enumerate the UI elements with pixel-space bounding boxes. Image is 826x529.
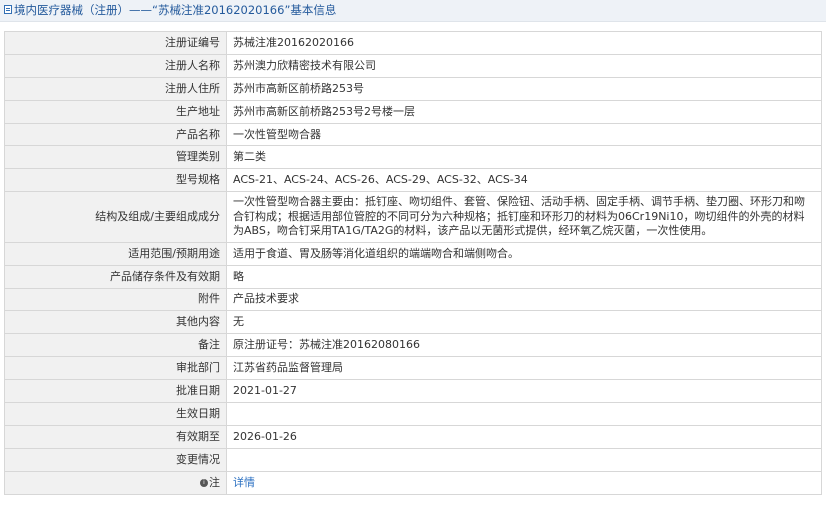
row-value — [226, 401, 822, 426]
note-label: 注 — [209, 475, 220, 489]
row-label: 注册人名称 — [4, 53, 227, 78]
row-label: 有效期至 — [4, 424, 227, 449]
row-value: 苏州市高新区前桥路253号2号楼一层 — [226, 99, 822, 124]
row-value: 适用于食道、胃及肠等消化道组织的端端吻合和端侧吻合。 — [226, 241, 822, 266]
row-value: 略 — [226, 264, 822, 289]
table-row: 产品名称 一次性管型吻合器 — [4, 122, 822, 147]
row-label: 型号规格 — [4, 168, 227, 193]
table-row: 注册人住所 苏州市高新区前桥路253号 — [4, 76, 822, 101]
row-label: 变更情况 — [4, 447, 227, 472]
row-value: 一次性管型吻合器主要由：抵钉座、吻切组件、套管、保险钮、活动手柄、固定手柄、调节… — [226, 191, 822, 243]
row-label: 结构及组成/主要组成成分 — [4, 191, 227, 243]
table-row: 管理类别 第二类 — [4, 145, 822, 170]
row-value: 第二类 — [226, 145, 822, 170]
table-row: 结构及组成/主要组成成分 一次性管型吻合器主要由：抵钉座、吻切组件、套管、保险钮… — [4, 191, 822, 243]
row-label: 适用范围/预期用途 — [4, 241, 227, 266]
row-label: 管理类别 — [4, 145, 227, 170]
table-row: 备注 原注册证号：苏械注准20162080166 — [4, 333, 822, 358]
table-row: 型号规格 ACS-21、ACS-24、ACS-26、ACS-29、ACS-32、… — [4, 168, 822, 193]
table-row: 生产地址 苏州市高新区前桥路253号2号楼一层 — [4, 99, 822, 124]
info-table: 注册证编号 苏械注准20162020166 注册人名称 苏州澳力欣精密技术有限公… — [4, 31, 822, 495]
row-value: 一次性管型吻合器 — [226, 122, 822, 147]
row-value: 无 — [226, 310, 822, 335]
page-title: 境内医疗器械（注册）——“苏械注准20162020166”基本信息 — [14, 3, 337, 17]
row-value: 2021-01-27 — [226, 379, 822, 403]
table-row: 其他内容 无 — [4, 310, 822, 335]
details-link[interactable]: 详情 — [233, 476, 255, 489]
row-label: 生效日期 — [4, 401, 227, 426]
row-value: 苏州澳力欣精密技术有限公司 — [226, 53, 822, 78]
page-header: 境内医疗器械（注册）——“苏械注准20162020166”基本信息 — [0, 0, 826, 22]
table-row: 变更情况 — [4, 447, 822, 472]
table-row: 注册人名称 苏州澳力欣精密技术有限公司 — [4, 53, 822, 78]
table-row: 有效期至 2026-01-26 — [4, 424, 822, 449]
row-label: 产品储存条件及有效期 — [4, 264, 227, 289]
row-label: 其他内容 — [4, 310, 227, 335]
info-icon: i — [200, 478, 208, 487]
row-label: 产品名称 — [4, 122, 227, 147]
row-value: 江苏省药品监督管理局 — [226, 356, 822, 381]
table-row: 生效日期 — [4, 401, 822, 426]
table-row: 产品储存条件及有效期 略 — [4, 264, 822, 289]
note-value-cell: 详情 — [226, 470, 822, 495]
row-label: 备注 — [4, 333, 227, 358]
row-label: 审批部门 — [4, 356, 227, 381]
row-value: 苏械注准20162020166 — [226, 31, 822, 55]
table-row-note: i注 详情 — [4, 470, 822, 495]
row-label: 批准日期 — [4, 379, 227, 403]
document-icon — [4, 5, 12, 14]
table-row: 适用范围/预期用途 适用于食道、胃及肠等消化道组织的端端吻合和端侧吻合。 — [4, 241, 822, 266]
row-label: 注册人住所 — [4, 76, 227, 101]
row-label: 注册证编号 — [4, 31, 227, 55]
table-row: 附件 产品技术要求 — [4, 287, 822, 312]
row-value — [226, 447, 822, 472]
row-value: ACS-21、ACS-24、ACS-26、ACS-29、ACS-32、ACS-3… — [226, 168, 822, 193]
row-value: 2026-01-26 — [226, 424, 822, 449]
row-value: 原注册证号：苏械注准20162080166 — [226, 333, 822, 358]
row-label: 生产地址 — [4, 99, 227, 124]
table-row: 审批部门 江苏省药品监督管理局 — [4, 356, 822, 381]
row-label: 附件 — [4, 287, 227, 312]
table-row: 批准日期 2021-01-27 — [4, 379, 822, 403]
row-value: 苏州市高新区前桥路253号 — [226, 76, 822, 101]
note-label-cell: i注 — [4, 470, 227, 495]
row-value: 产品技术要求 — [226, 287, 822, 312]
table-row: 注册证编号 苏械注准20162020166 — [4, 31, 822, 55]
